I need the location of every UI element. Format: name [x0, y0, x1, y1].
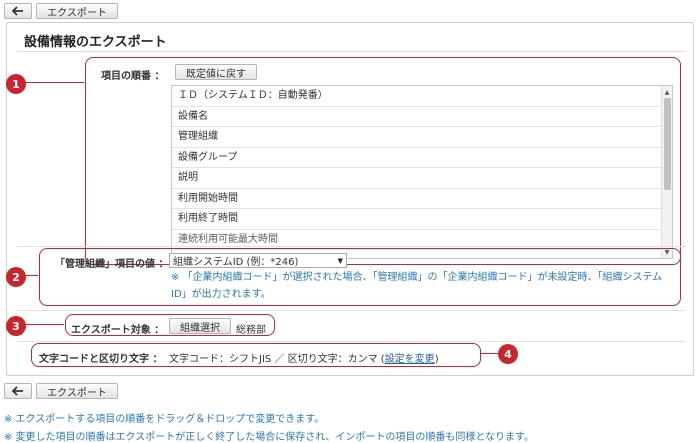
annotation-box-1 — [85, 57, 681, 265]
annotation-badge-2: 2 — [6, 267, 26, 287]
section-divider — [17, 310, 685, 311]
export-button[interactable]: エクスポート — [36, 3, 118, 19]
back-button[interactable] — [4, 383, 32, 399]
annotation-box-2 — [39, 248, 681, 306]
page-title: 設備情報のエクスポート — [24, 35, 167, 50]
annotation-leader-1 — [18, 82, 84, 83]
export-button[interactable]: エクスポート — [36, 383, 118, 399]
bottom-toolbar: エクスポート — [4, 383, 118, 399]
section-divider — [17, 246, 685, 247]
back-button[interactable] — [4, 3, 32, 19]
title-divider — [17, 51, 685, 52]
footnote: ※ 変更した項目の順番はエクスポートが正しく終了した場合に保存され、インポートの… — [4, 432, 535, 443]
back-arrow-icon — [12, 386, 23, 396]
annotation-leader-4 — [480, 353, 500, 354]
top-toolbar: エクスポート — [4, 3, 118, 19]
section-divider — [17, 341, 685, 342]
annotation-badge-1: 1 — [6, 74, 26, 94]
back-arrow-icon — [12, 6, 23, 16]
footnote: ※ エクスポートする項目の順番をドラッグ＆ドロップで変更できます。 — [4, 414, 325, 425]
export-panel: 設備情報のエクスポート 項目の順番 ： 既定値に戻す ＩＤ（システムＩＤ：自動発… — [6, 22, 694, 376]
annotation-box-4 — [31, 343, 481, 367]
annotation-badge-3: 3 — [6, 316, 26, 336]
annotation-badge-4: 4 — [498, 344, 518, 364]
annotation-box-3 — [65, 314, 275, 336]
